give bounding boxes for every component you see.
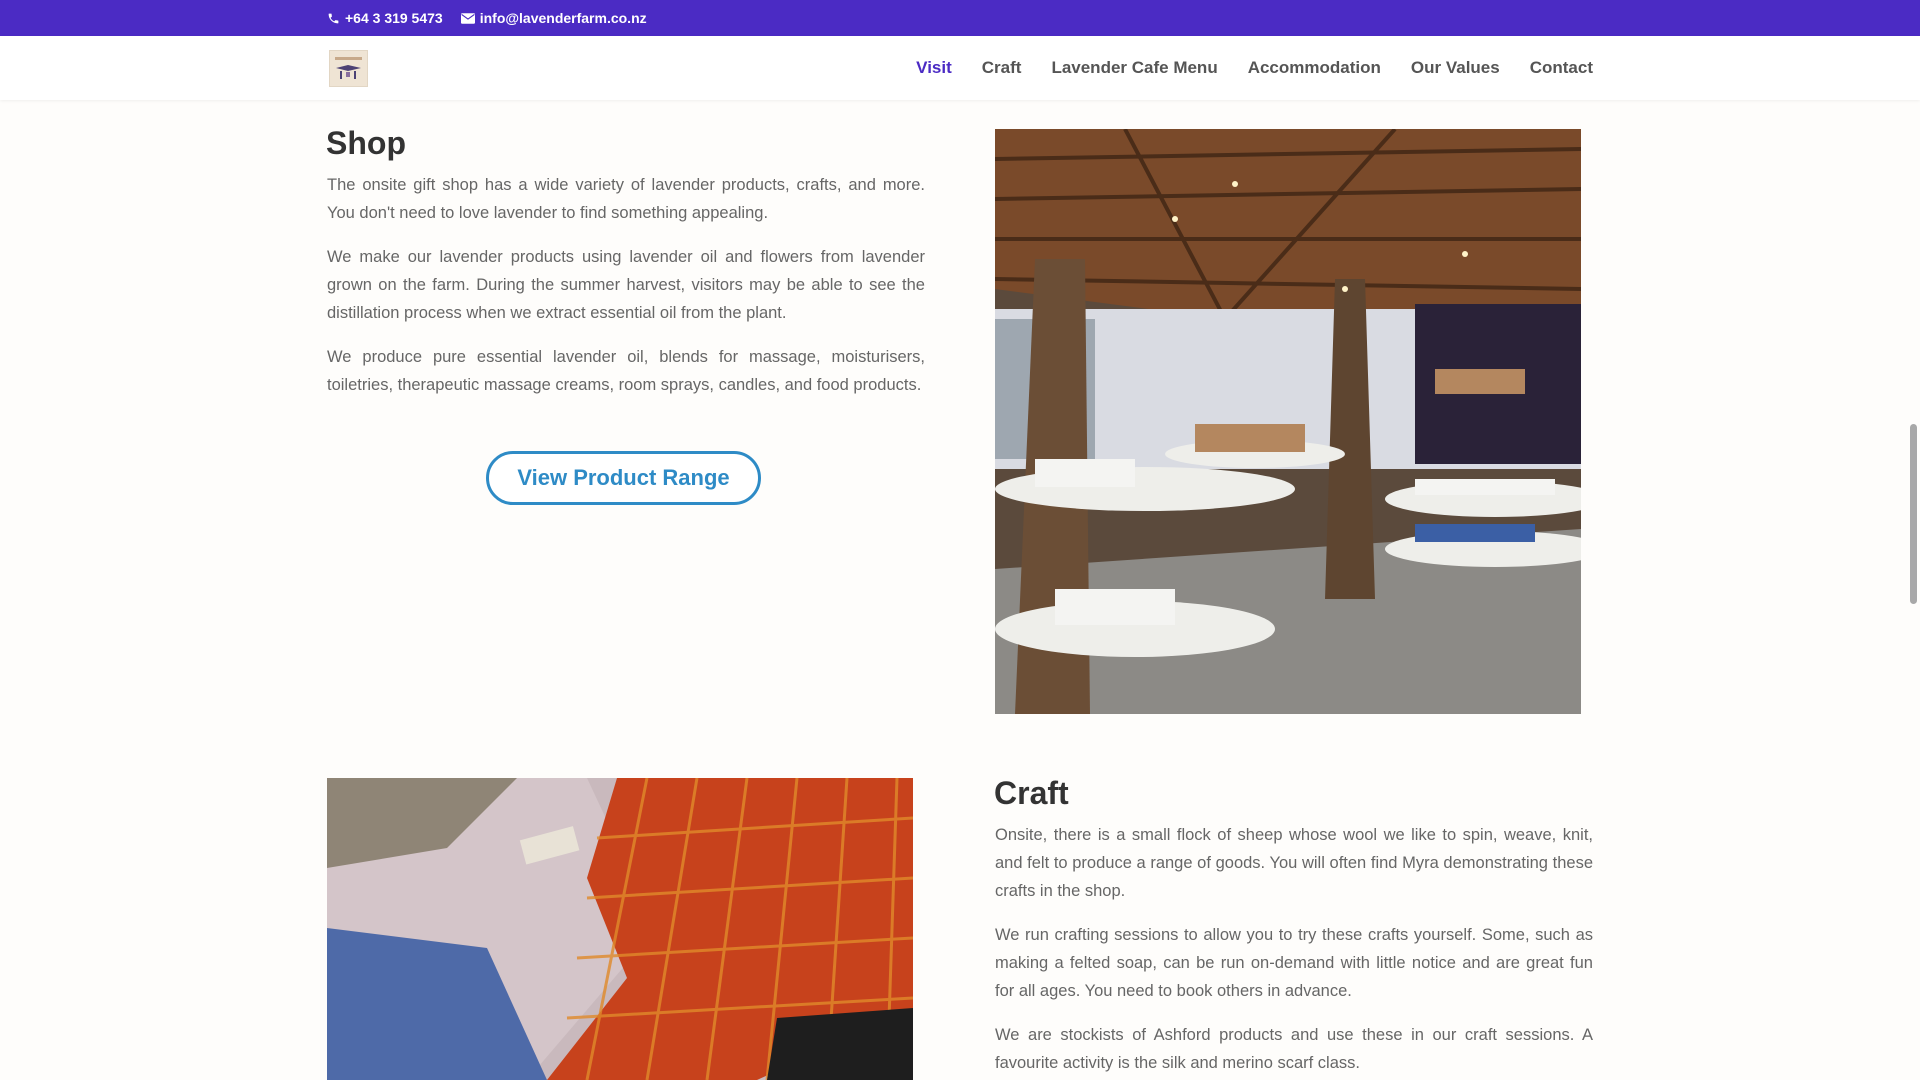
site-header: Visit Craft Lavender Cafe Menu Accommoda…	[0, 36, 1920, 100]
page-scrollbar[interactable]	[1910, 424, 1917, 604]
top-bar: +64 3 319 5473 info@lavenderfarm.co.nz	[0, 0, 1920, 36]
nav-lavender-cafe-menu[interactable]: Lavender Cafe Menu	[1051, 58, 1217, 78]
site-logo[interactable]	[329, 50, 368, 87]
shop-paragraph-1: The onsite gift shop has a wide variety …	[327, 176, 925, 222]
nav-visit[interactable]: Visit	[916, 58, 952, 78]
email-link[interactable]: info@lavenderfarm.co.nz	[460, 10, 647, 26]
nav-our-values[interactable]: Our Values	[1411, 58, 1500, 78]
craft-heading: Craft	[994, 775, 1069, 811]
craft-paragraph-3: We are stockists of Ashford products and…	[995, 1026, 1593, 1072]
lavender-logo-icon	[335, 57, 362, 79]
nav-accommodation[interactable]: Accommodation	[1248, 58, 1381, 78]
shop-interior-photo	[995, 129, 1581, 714]
craft-paragraph-1: Onsite, there is a small flock of sheep …	[995, 826, 1593, 900]
shop-paragraph-2: We make our lavender products using lave…	[327, 248, 925, 322]
email-address: info@lavenderfarm.co.nz	[479, 10, 647, 26]
shop-paragraph-3: We produce pure essential lavender oil, …	[327, 348, 925, 394]
shop-heading: Shop	[326, 125, 406, 161]
phone-number: +64 3 319 5473	[345, 10, 443, 26]
main-nav: Visit Craft Lavender Cafe Menu Accommoda…	[916, 36, 1593, 100]
phone-icon	[328, 13, 339, 23]
nav-craft[interactable]: Craft	[982, 58, 1022, 78]
craft-paragraph-2: We run crafting sessions to allow you to…	[995, 926, 1593, 1000]
phone-link[interactable]: +64 3 319 5473	[327, 10, 443, 26]
envelope-icon	[460, 12, 475, 24]
view-product-range-button[interactable]: View Product Range	[486, 451, 761, 505]
nav-contact[interactable]: Contact	[1530, 58, 1593, 78]
craft-wool-photo	[327, 778, 913, 1080]
